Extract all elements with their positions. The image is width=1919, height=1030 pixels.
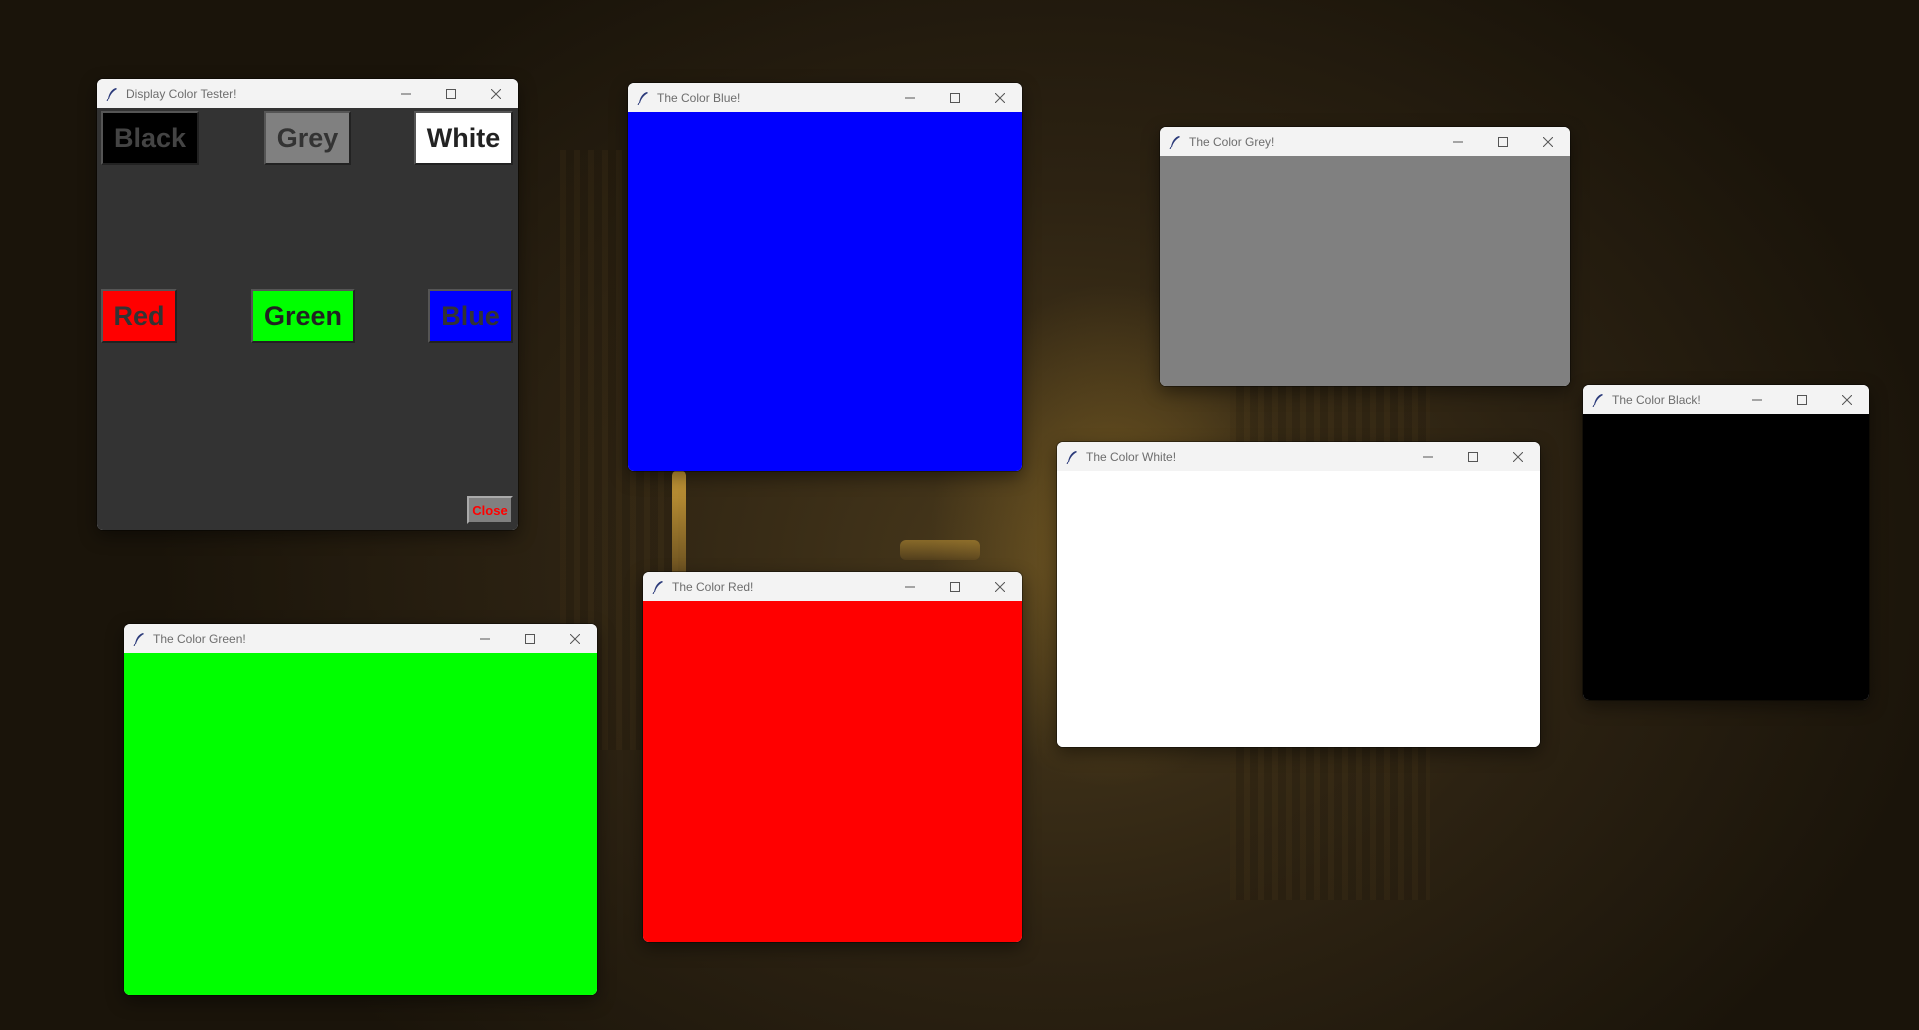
color-fill-area <box>643 601 1022 942</box>
close-button[interactable] <box>473 79 518 108</box>
maximize-button[interactable] <box>1450 442 1495 471</box>
window-color-green: The Color Green! <box>124 624 597 995</box>
maximize-icon <box>949 92 960 103</box>
window-color-red: The Color Red! <box>643 572 1022 942</box>
close-button[interactable] <box>977 572 1022 601</box>
maximize-button[interactable] <box>1779 385 1824 414</box>
window-color-black: The Color Black! <box>1583 385 1869 700</box>
minimize-icon <box>479 638 490 639</box>
titlebar[interactable]: The Color Blue! <box>628 83 1022 112</box>
titlebar[interactable]: Display Color Tester! <box>97 79 518 108</box>
minimize-button[interactable] <box>1734 385 1779 414</box>
feather-icon <box>133 632 144 646</box>
minimize-button[interactable] <box>1405 442 1450 471</box>
minimize-button[interactable] <box>1435 127 1480 156</box>
maximize-icon <box>949 581 960 592</box>
close-icon <box>490 88 501 99</box>
black-button[interactable]: Black <box>101 111 199 165</box>
maximize-icon <box>524 633 535 644</box>
feather-icon <box>1066 450 1077 464</box>
close-icon <box>1542 136 1553 147</box>
window-title: The Color White! <box>1086 449 1177 464</box>
close-icon <box>569 633 580 644</box>
close-button[interactable] <box>1525 127 1570 156</box>
minimize-button[interactable] <box>462 624 507 653</box>
minimize-icon <box>904 97 915 98</box>
maximize-button[interactable] <box>932 83 977 112</box>
minimize-button[interactable] <box>887 572 932 601</box>
minimize-icon <box>1422 456 1433 457</box>
tunnel-light-floor <box>900 540 980 560</box>
color-fill-area <box>124 653 597 995</box>
tester-client-area: Black Grey White Red Green Blue Close <box>97 108 518 530</box>
maximize-button[interactable] <box>507 624 552 653</box>
color-fill-area <box>1160 156 1570 386</box>
close-button[interactable] <box>1495 442 1540 471</box>
titlebar[interactable]: The Color Black! <box>1583 385 1869 414</box>
feather-icon <box>637 91 648 105</box>
red-button[interactable]: Red <box>101 289 177 343</box>
window-title: The Color Red! <box>672 579 754 594</box>
green-button[interactable]: Green <box>251 289 355 343</box>
window-title: The Color Grey! <box>1189 134 1275 149</box>
close-icon <box>994 581 1005 592</box>
maximize-button[interactable] <box>428 79 473 108</box>
minimize-button[interactable] <box>383 79 428 108</box>
desktop-background: Display Color Tester! Black Grey White R… <box>0 0 1919 1030</box>
close-button[interactable] <box>1824 385 1869 414</box>
maximize-icon <box>1467 451 1478 462</box>
feather-icon <box>1169 135 1180 149</box>
window-title: Display Color Tester! <box>126 86 237 101</box>
titlebar[interactable]: The Color Grey! <box>1160 127 1570 156</box>
titlebar[interactable]: The Color Green! <box>124 624 597 653</box>
minimize-button[interactable] <box>887 83 932 112</box>
titlebar[interactable]: The Color White! <box>1057 442 1540 471</box>
close-button[interactable] <box>552 624 597 653</box>
color-fill-area <box>628 112 1022 471</box>
minimize-icon <box>400 93 411 94</box>
close-icon <box>994 92 1005 103</box>
white-button[interactable]: White <box>414 111 513 165</box>
maximize-icon <box>445 88 456 99</box>
close-icon <box>1512 451 1523 462</box>
minimize-icon <box>1751 399 1762 400</box>
grey-button[interactable]: Grey <box>264 111 351 165</box>
feather-icon <box>106 87 117 101</box>
color-fill-area <box>1583 414 1869 700</box>
maximize-icon <box>1497 136 1508 147</box>
minimize-icon <box>904 586 915 587</box>
window-display-color-tester: Display Color Tester! Black Grey White R… <box>97 79 518 530</box>
close-icon <box>1841 394 1852 405</box>
maximize-button[interactable] <box>1480 127 1525 156</box>
window-title: The Color Green! <box>153 631 246 646</box>
feather-icon <box>652 580 663 594</box>
blue-button[interactable]: Blue <box>428 289 513 343</box>
close-button[interactable] <box>977 83 1022 112</box>
maximize-icon <box>1796 394 1807 405</box>
maximize-button[interactable] <box>932 572 977 601</box>
window-color-blue: The Color Blue! <box>628 83 1022 471</box>
window-title: The Color Black! <box>1612 392 1701 407</box>
color-fill-area <box>1057 471 1540 747</box>
window-color-grey: The Color Grey! <box>1160 127 1570 386</box>
titlebar[interactable]: The Color Red! <box>643 572 1022 601</box>
minimize-icon <box>1452 141 1463 142</box>
window-title: The Color Blue! <box>657 90 741 105</box>
window-color-white: The Color White! <box>1057 442 1540 747</box>
close-app-button[interactable]: Close <box>467 496 513 524</box>
feather-icon <box>1592 393 1603 407</box>
